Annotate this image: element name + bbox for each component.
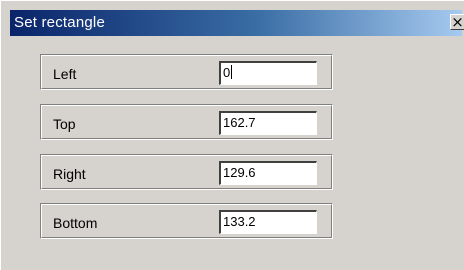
right-input-value: 129.6	[223, 165, 256, 180]
bottom-label: Bottom	[53, 215, 98, 231]
text-caret	[231, 65, 233, 79]
field-row-top: Top 162.7	[40, 104, 333, 140]
title-bar[interactable]: Set rectangle ×	[10, 10, 464, 36]
dialog-title: Set rectangle	[14, 14, 105, 31]
bottom-input[interactable]: 133.2	[219, 210, 317, 234]
top-input[interactable]: 162.7	[219, 111, 317, 135]
right-input[interactable]: 129.6	[219, 161, 317, 185]
top-input-value: 162.7	[223, 115, 256, 130]
left-input-value: 0	[223, 65, 231, 80]
right-label: Right	[53, 166, 86, 182]
bottom-input-value: 133.2	[223, 214, 256, 229]
top-label: Top	[53, 116, 76, 132]
left-label: Left	[53, 66, 77, 82]
field-row-left: Left 0	[40, 54, 333, 90]
field-row-right: Right 129.6	[40, 154, 333, 190]
field-row-bottom: Bottom 133.2	[40, 203, 333, 239]
close-icon[interactable]: ×	[450, 14, 464, 30]
left-input[interactable]: 0	[219, 61, 317, 85]
set-rectangle-dialog: Set rectangle × Left 0 Top 162.7 Right 1…	[0, 0, 464, 270]
